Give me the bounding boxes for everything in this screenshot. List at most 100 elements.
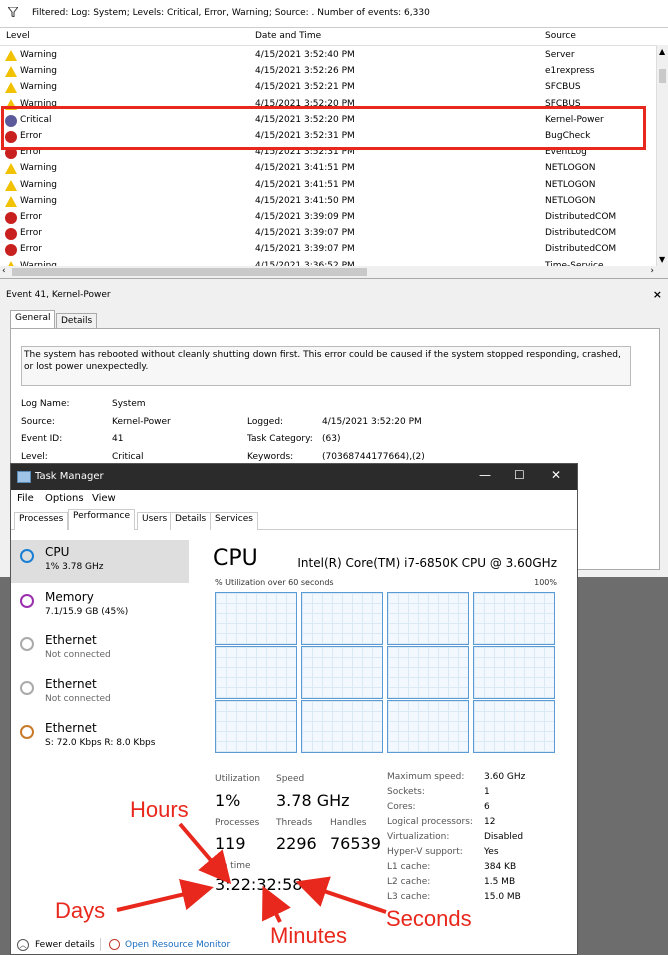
tab-processes[interactable]: Processes (14, 512, 69, 530)
minimize-icon[interactable]: — (479, 468, 491, 482)
row-level: Warning (20, 179, 58, 190)
spec-value: Disabled (484, 832, 524, 842)
cpu-indicator-icon (20, 549, 34, 563)
vertical-scrollbar[interactable]: ▲ ▼ (656, 45, 668, 266)
column-header-date[interactable]: Date and Time (255, 31, 321, 41)
spec-label: Maximum speed: (387, 772, 465, 782)
cpu-heading: CPU (213, 546, 258, 571)
table-row[interactable]: Warning 4/15/2021 3:41:50 PM NETLOGON (0, 193, 656, 209)
processes-value: 119 (215, 834, 246, 853)
scroll-thumb-horizontal[interactable] (12, 268, 367, 276)
scroll-down-icon[interactable]: ▼ (659, 255, 665, 264)
table-row[interactable]: Warning 4/15/2021 3:41:51 PM NETLOGON (0, 177, 656, 193)
horizontal-scrollbar[interactable]: ‹ › (0, 266, 668, 278)
level-value: Critical (112, 452, 144, 462)
column-header-source[interactable]: Source (545, 31, 576, 41)
warning-icon (5, 50, 17, 61)
row-date: 4/15/2021 3:39:07 PM (255, 228, 355, 239)
tab-performance[interactable]: Performance (68, 509, 136, 530)
resource-ethernet-1[interactable]: Ethernet Not connected (11, 628, 189, 671)
menu-view[interactable]: View (92, 493, 116, 504)
table-row[interactable]: Error 4/15/2021 3:39:07 PM DistributedCOM (0, 225, 656, 241)
table-row[interactable]: Error 4/15/2021 3:39:07 PM DistributedCOM (0, 241, 656, 257)
row-source: NETLOGON (545, 163, 596, 174)
menu-bar: File Options View (11, 491, 577, 507)
warning-icon (5, 179, 17, 191)
warning-icon (5, 163, 17, 175)
cpu-core-graph (215, 592, 297, 645)
utilization-value: 1% (215, 791, 241, 810)
menu-file[interactable]: File (17, 493, 34, 504)
tab-bar: Processes Performance Users Details Serv… (11, 509, 577, 530)
spec-label: L1 cache: (387, 862, 431, 872)
table-row[interactable]: Warning 4/15/2021 3:52:40 PM Server (0, 47, 656, 63)
row-date: 4/15/2021 3:39:07 PM (255, 244, 355, 255)
table-row[interactable]: Warning 4/15/2021 3:41:51 PM NETLOGON (0, 160, 656, 176)
spec-label: Cores: (387, 802, 416, 812)
keywords-value: (70368744177664),(2) (322, 452, 425, 462)
spec-value: 15.0 MB (484, 892, 521, 902)
spec-label: Hyper-V support: (387, 847, 463, 857)
scroll-left-icon[interactable]: ‹ (2, 266, 6, 276)
scroll-thumb[interactable] (659, 69, 666, 83)
spec-label: Sockets: (387, 787, 425, 797)
spec-value: Yes (484, 847, 499, 857)
cpu-core-graph (387, 700, 469, 753)
table-row[interactable]: Warning 4/15/2021 3:52:21 PM SFCBUS (0, 79, 656, 95)
tab-details[interactable]: Details (170, 512, 212, 530)
speed-label: Speed (276, 774, 305, 784)
ethernet-indicator-icon (20, 681, 34, 695)
table-row[interactable]: Error 4/15/2021 3:39:09 PM DistributedCOM (0, 209, 656, 225)
row-level: Error (20, 212, 42, 222)
cpu-core-graph (301, 646, 383, 699)
task-category-label: Task Category: (247, 434, 313, 444)
resource-ethernet-3[interactable]: Ethernet S: 72.0 Kbps R: 8.0 Kbps (11, 716, 189, 759)
row-level: Error (20, 244, 42, 255)
tab-users[interactable]: Users (137, 512, 173, 530)
row-level: Warning (20, 195, 58, 206)
tab-services[interactable]: Services (210, 512, 258, 530)
warning-icon (5, 195, 17, 207)
resource-memory[interactable]: Memory 7.1/15.9 GB (45%) (11, 585, 189, 628)
handles-label: Handles (330, 818, 367, 828)
resource-cpu[interactable]: CPU 1% 3.78 GHz (11, 540, 189, 583)
cpu-core-graph (387, 592, 469, 645)
chevron-up-icon[interactable]: ︿ (17, 939, 29, 951)
row-source: SFCBUS (545, 82, 581, 93)
ethernet-indicator-icon (20, 637, 34, 651)
column-header-level[interactable]: Level (6, 31, 30, 41)
utilization-max: 100% (534, 578, 557, 587)
handles-value: 76539 (330, 834, 381, 853)
spec-value: 6 (484, 802, 490, 812)
menu-options[interactable]: Options (45, 493, 84, 504)
spec-label: L3 cache: (387, 892, 431, 902)
close-window-icon[interactable]: ✕ (551, 468, 561, 482)
level-label: Level: (21, 452, 48, 462)
open-resource-monitor-link[interactable]: Open Resource Monitor (125, 940, 230, 950)
row-source: NETLOGON (545, 195, 596, 206)
cpu-core-graph (215, 646, 297, 699)
event-id-value: 41 (112, 434, 124, 444)
cpu-core-graph (473, 646, 555, 699)
spec-value: 1 (484, 787, 490, 797)
table-row[interactable]: Warning 4/15/2021 3:52:26 PM e1rexpress (0, 63, 656, 79)
scroll-right-icon[interactable]: › (650, 266, 654, 276)
error-icon (5, 228, 17, 241)
row-level: Warning (20, 66, 58, 77)
resource-ethernet-2[interactable]: Ethernet Not connected (11, 672, 189, 715)
scroll-up-icon[interactable]: ▲ (659, 47, 665, 56)
fewer-details-link[interactable]: Fewer details (35, 940, 95, 950)
title-bar[interactable]: Task Manager — ☐ ✕ (11, 464, 577, 490)
maximize-icon[interactable]: ☐ (514, 468, 525, 482)
row-date: 4/15/2021 3:39:09 PM (255, 212, 355, 222)
row-date: 4/15/2021 3:52:40 PM (255, 50, 355, 60)
resource-name: Memory (45, 590, 94, 604)
window-title: Task Manager (35, 471, 104, 482)
task-manager-window: Task Manager — ☐ ✕ File Options View Pro… (10, 463, 578, 955)
table-header: Level Date and Time Source (0, 28, 668, 46)
row-level: Warning (20, 50, 58, 60)
close-icon[interactable]: × (653, 288, 662, 301)
filter-text: Filtered: Log: System; Levels: Critical,… (32, 8, 430, 18)
cpu-specs: Maximum speed: 3.60 GHz Sockets: 1 Cores: 6 Lo… (387, 772, 567, 912)
filter-bar: Filtered: Log: System; Levels: Critical,… (0, 0, 668, 28)
